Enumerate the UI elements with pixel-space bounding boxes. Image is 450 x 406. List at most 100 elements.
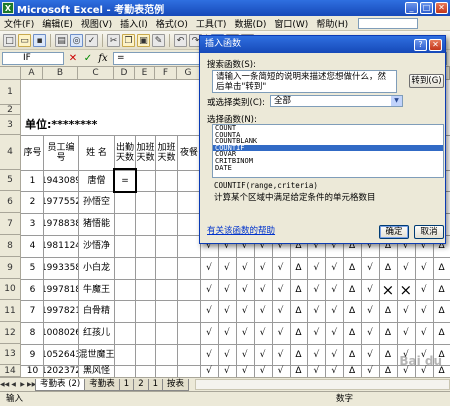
emp-no-cell[interactable]: 1052643: [44, 344, 78, 365]
format-painter-icon[interactable]: ✎: [152, 33, 165, 47]
attendance-mark-cell[interactable]: √: [325, 365, 343, 377]
attendance-mark-cell[interactable]: Δ: [343, 322, 361, 344]
attend-days-header[interactable]: 出勤天数: [115, 136, 135, 170]
attendance-mark-cell[interactable]: √: [218, 322, 236, 344]
attendance-mark-cell[interactable]: √: [272, 279, 290, 300]
function-list-item[interactable]: COUNTBLANK: [213, 138, 443, 145]
attendance-mark-cell[interactable]: Δ: [290, 322, 308, 344]
row-header[interactable]: 1: [0, 80, 21, 105]
emp-no-cell[interactable]: 1943089: [44, 170, 78, 191]
attendance-mark-cell[interactable]: √: [325, 279, 343, 300]
menu-file[interactable]: 文件(F): [0, 17, 38, 30]
attendance-mark-cell[interactable]: √: [307, 300, 325, 322]
attendance-mark-cell[interactable]: √: [272, 365, 290, 377]
attendance-mark-cell[interactable]: Δ: [433, 300, 450, 322]
ok-button[interactable]: 确定: [379, 225, 409, 239]
overtime-days-header[interactable]: 加班天数: [136, 136, 155, 170]
sheet-tab[interactable]: 2: [133, 378, 149, 391]
goto-button[interactable]: 转到(G): [409, 74, 444, 88]
row-header[interactable]: 10: [0, 279, 21, 300]
next-sheet-icon[interactable]: ▶: [18, 381, 27, 388]
attendance-mark-cell[interactable]: Δ: [343, 300, 361, 322]
attendance-mark-cell[interactable]: √: [397, 300, 415, 322]
attendance-mark-cell[interactable]: Δ: [290, 300, 308, 322]
attendance-mark-cell[interactable]: √: [397, 257, 415, 279]
cancel-button[interactable]: 取消: [414, 225, 444, 239]
attendance-mark-cell[interactable]: √: [325, 257, 343, 279]
attendance-mark-cell[interactable]: √: [361, 300, 379, 322]
attendance-mark-cell[interactable]: √: [200, 365, 218, 377]
print-icon[interactable]: ▤: [55, 33, 68, 47]
row-header[interactable]: 12: [0, 322, 21, 344]
function-list-item[interactable]: CRITBINOM: [213, 158, 443, 165]
sheet-tab[interactable]: 考勤表 (2): [35, 378, 86, 391]
attendance-mark-cell[interactable]: Δ: [379, 322, 397, 344]
row-header[interactable]: 13: [0, 344, 21, 365]
row-header[interactable]: 2: [0, 105, 21, 115]
cancel-formula-icon[interactable]: ✕: [67, 52, 79, 65]
attendance-mark-cell[interactable]: √: [218, 344, 236, 365]
attendance-mark-cell[interactable]: √: [307, 322, 325, 344]
row-header[interactable]: 5: [0, 170, 21, 191]
sheet-tab[interactable]: 考勤表: [84, 378, 120, 391]
attendance-mark-cell[interactable]: Δ: [290, 279, 308, 300]
attendance-mark-cell[interactable]: √: [218, 365, 236, 377]
search-function-input[interactable]: 请输入一条简短的说明来描述您想做什么，然后单击"转到": [212, 70, 397, 93]
sheet-tab[interactable]: 按表: [162, 378, 190, 391]
attendance-mark-cell[interactable]: √: [307, 365, 325, 377]
column-header[interactable]: C: [78, 67, 114, 80]
name-cell[interactable]: 白骨精: [79, 300, 114, 322]
attendance-mark-cell[interactable]: √: [325, 322, 343, 344]
attendance-mark-cell[interactable]: √: [236, 344, 254, 365]
dropdown-arrow-icon[interactable]: ▼: [391, 96, 402, 106]
help-question-input[interactable]: [358, 17, 419, 29]
attendance-mark-cell[interactable]: √: [236, 257, 254, 279]
name-cell[interactable]: 红孩儿: [79, 322, 114, 344]
menu-data[interactable]: 数据(D): [230, 17, 270, 30]
emp-no-cell[interactable]: 1981124: [44, 235, 78, 257]
attendance-mark-cell[interactable]: Δ: [433, 279, 450, 300]
name-cell[interactable]: 沙悟净: [79, 235, 114, 257]
function-list-item[interactable]: COUNT: [213, 125, 443, 132]
function-list-item[interactable]: COUNTIF: [213, 144, 443, 152]
seq-cell[interactable]: 2: [22, 191, 43, 213]
overtime-days-header-2[interactable]: 加班天数: [156, 136, 177, 170]
row-header[interactable]: 4: [0, 135, 21, 170]
attendance-mark-cell[interactable]: √: [236, 322, 254, 344]
attendance-mark-cell[interactable]: √: [200, 344, 218, 365]
attendance-mark-cell[interactable]: √: [415, 257, 433, 279]
column-header[interactable]: F: [155, 67, 177, 80]
name-cell[interactable]: 猪悟能: [79, 213, 114, 235]
column-header[interactable]: D: [114, 67, 135, 80]
attendance-mark-cell[interactable]: √: [200, 279, 218, 300]
attendance-mark-cell[interactable]: √: [218, 279, 236, 300]
emp-no-cell[interactable]: 1978838: [44, 213, 78, 235]
seq-header[interactable]: 序号: [22, 136, 43, 170]
attendance-mark-cell[interactable]: √: [254, 322, 272, 344]
open-folder-icon[interactable]: ▭: [18, 33, 31, 47]
save-icon[interactable]: ▪: [33, 33, 46, 47]
row-header[interactable]: 14: [0, 365, 21, 377]
attendance-mark-cell[interactable]: √: [218, 257, 236, 279]
attendance-mark-cell[interactable]: √: [254, 279, 272, 300]
night-meal-header[interactable]: 夜餐: [178, 136, 200, 170]
attendance-mark-cell[interactable]: Δ: [433, 257, 450, 279]
attendance-mark-cell[interactable]: ×: [379, 279, 397, 300]
seq-cell[interactable]: 8: [22, 322, 43, 344]
attendance-mark-cell[interactable]: √: [272, 344, 290, 365]
name-cell[interactable]: 牛魔王: [79, 279, 114, 300]
attendance-mark-cell[interactable]: √: [397, 322, 415, 344]
sheet-tab[interactable]: 1: [118, 378, 135, 391]
seq-cell[interactable]: 3: [22, 213, 43, 235]
attendance-mark-cell[interactable]: √: [307, 344, 325, 365]
row-header[interactable]: 8: [0, 235, 21, 257]
attendance-mark-cell[interactable]: √: [361, 257, 379, 279]
menu-edit[interactable]: 编辑(E): [38, 17, 77, 30]
insert-function-icon[interactable]: fx: [97, 52, 109, 65]
function-list-item[interactable]: DATE: [213, 164, 443, 172]
attendance-mark-cell[interactable]: √: [361, 322, 379, 344]
name-box[interactable]: IF: [2, 51, 64, 65]
column-header[interactable]: A: [21, 67, 43, 80]
seq-cell[interactable]: 5: [22, 257, 43, 279]
attendance-mark-cell[interactable]: Δ: [290, 344, 308, 365]
